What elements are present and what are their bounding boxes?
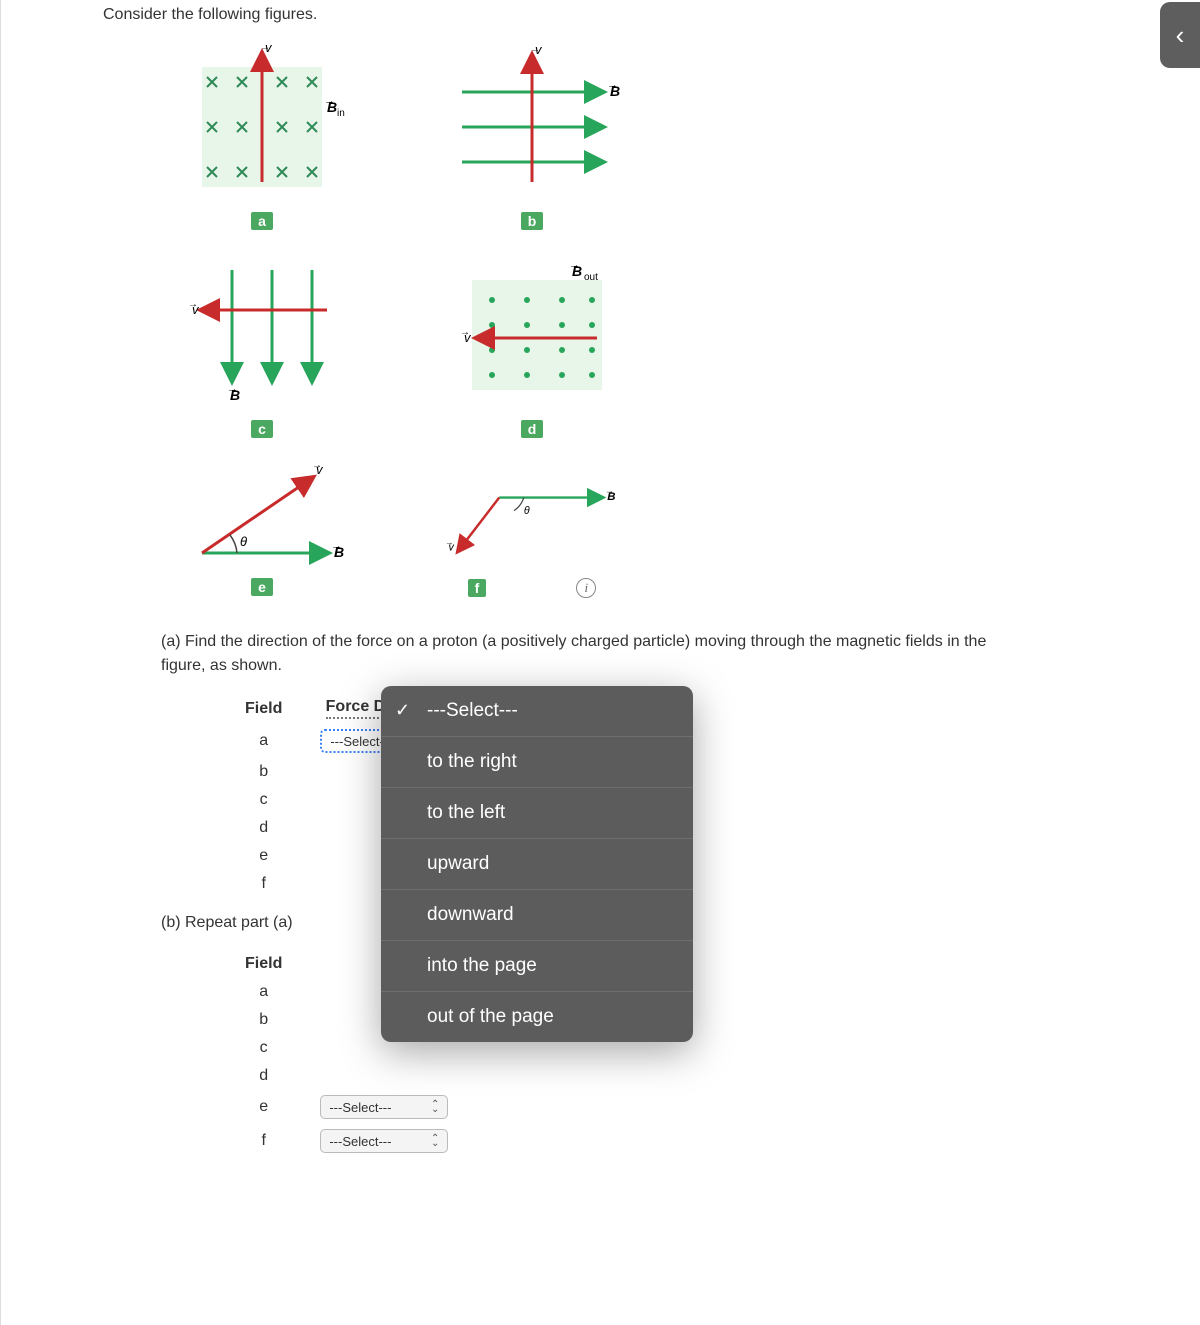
dropdown-option[interactable]: into the page — [381, 941, 693, 992]
field-label: d — [227, 1063, 300, 1089]
figure-e: θ v → B → — [172, 458, 352, 578]
figure-a: v → B → in — [172, 42, 352, 212]
figure-d: v → B → out — [442, 250, 622, 420]
figure-b: v → B → — [442, 42, 622, 212]
svg-text:→: → — [569, 259, 580, 271]
dropdown-option[interactable]: to the right — [381, 737, 693, 788]
question-b-pre: (b) Repeat part (a) — [161, 911, 293, 935]
figure-label-f: f — [468, 579, 487, 597]
direction-dropdown[interactable]: ✓ ---Select--- to the right to the left … — [381, 686, 693, 1042]
field-label: f — [227, 1125, 300, 1157]
svg-text:→: → — [312, 460, 322, 471]
field-label: a — [227, 979, 300, 1005]
dropdown-option[interactable]: ✓ ---Select--- — [381, 686, 693, 737]
intro-text: Consider the following figures. — [85, 0, 1040, 32]
info-icon[interactable]: i — [576, 578, 596, 598]
field-label: e — [227, 1091, 300, 1123]
figure-label-d: d — [521, 420, 544, 438]
dropdown-option[interactable]: to the left — [381, 788, 693, 839]
svg-text:→: → — [227, 383, 238, 395]
svg-text:out: out — [584, 272, 598, 283]
dropdown-option[interactable]: out of the page — [381, 992, 693, 1042]
svg-text:→: → — [607, 79, 618, 91]
svg-text:→: → — [188, 299, 198, 310]
figure-label-a: a — [251, 212, 273, 230]
svg-text:→: → — [324, 95, 335, 107]
svg-text:→: → — [605, 485, 614, 495]
svg-text:→: → — [260, 42, 270, 53]
figure-label-c: c — [251, 420, 273, 438]
svg-text:in: in — [337, 108, 345, 119]
svg-text:θ: θ — [240, 534, 247, 549]
svg-text:→: → — [530, 44, 540, 55]
col-field: Field — [227, 694, 300, 723]
check-icon: ✓ — [395, 700, 410, 721]
field-label: c — [227, 1035, 300, 1061]
figure-c: v → B → — [172, 250, 352, 420]
figures-grid: v → B → in a — [157, 42, 1040, 598]
field-label: f — [227, 871, 300, 897]
svg-text:θ: θ — [524, 505, 530, 517]
select-direction[interactable]: ---Select--- ⌃⌄ — [320, 1129, 448, 1153]
figure-label-b: b — [521, 212, 544, 230]
dropdown-option[interactable]: upward — [381, 839, 693, 890]
field-label: c — [227, 787, 300, 813]
svg-text:→: → — [331, 540, 342, 552]
field-label: e — [227, 843, 300, 869]
field-label: a — [227, 725, 300, 757]
svg-text:→: → — [445, 538, 453, 547]
field-label: d — [227, 815, 300, 841]
svg-text:→: → — [460, 327, 470, 338]
col-field-b: Field — [227, 951, 300, 977]
field-label: b — [227, 759, 300, 785]
figure-f: θ v → B → — [442, 458, 622, 578]
figure-label-e: e — [251, 578, 273, 596]
chevron-left-icon: ‹ — [1176, 20, 1185, 51]
right-side-tab[interactable]: ‹ — [1160, 2, 1200, 68]
question-a-text: (a) Find the direction of the force on a… — [85, 618, 1040, 686]
chevron-up-down-icon: ⌃⌄ — [431, 1102, 439, 1112]
chevron-up-down-icon: ⌃⌄ — [431, 1136, 439, 1146]
dropdown-option[interactable]: downward — [381, 890, 693, 941]
select-direction[interactable]: ---Select--- ⌃⌄ — [320, 1095, 448, 1119]
field-label: b — [227, 1007, 300, 1033]
